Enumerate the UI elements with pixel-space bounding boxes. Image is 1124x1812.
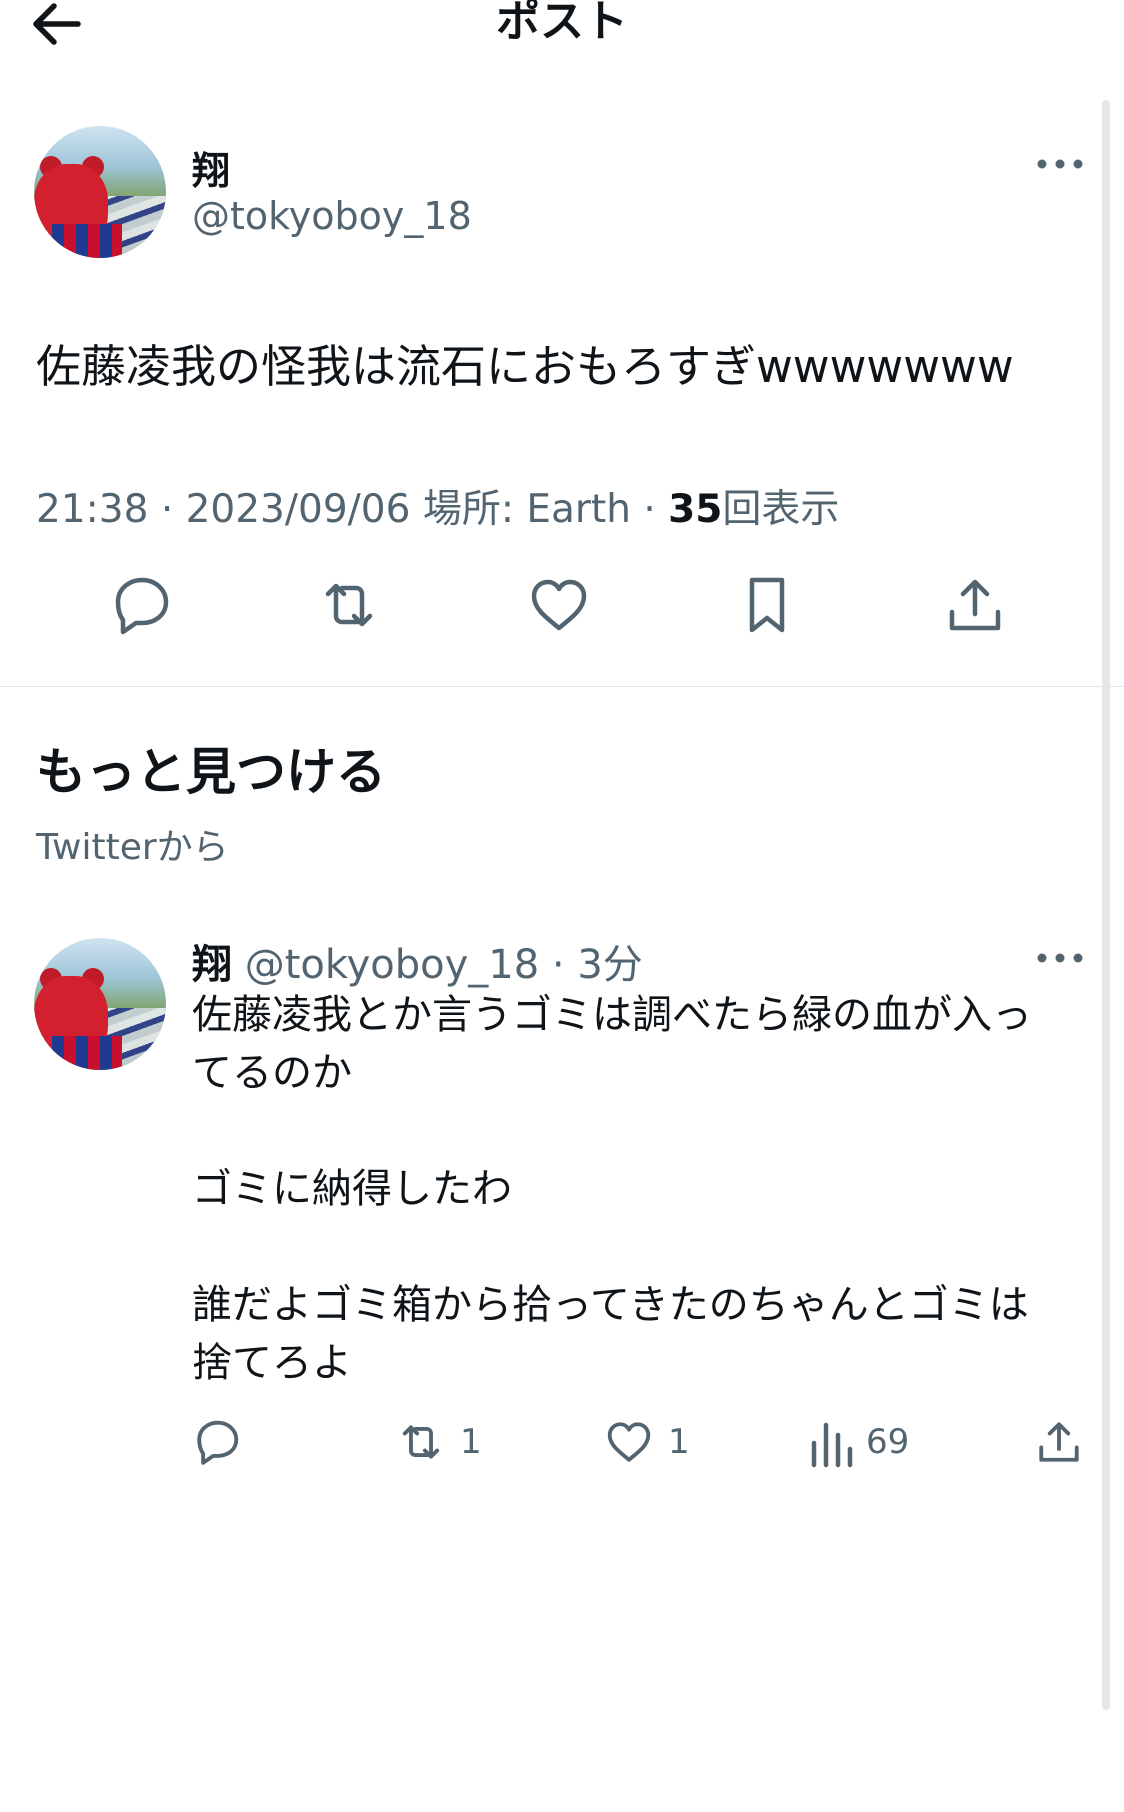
reply-text: 佐藤凌我とか言うゴミは調べたら緑の血が入っ てるのか ゴミに納得したわ 誰だよゴ… [192, 986, 1082, 1392]
bar-chart-icon [811, 1422, 853, 1468]
views-count: 35 [668, 487, 723, 532]
reply-share-button[interactable] [1032, 1412, 1086, 1472]
reply-more-options-button[interactable] [1036, 948, 1084, 968]
reply-retweet-button[interactable]: 1 [394, 1412, 482, 1472]
section-subtitle: Twitterから [36, 827, 229, 868]
reply-line: ゴミに納得したわ [192, 1166, 512, 1212]
reply-line: てるのか [192, 1050, 352, 1096]
post-text: 佐藤凌我の怪我は流石におもろすぎwwwwwww [36, 340, 1014, 393]
views-label: 回表示 [722, 487, 840, 532]
page-title: ポスト [496, 0, 628, 47]
share-button[interactable] [940, 570, 1010, 640]
reply-button[interactable] [106, 570, 176, 640]
retweet-button[interactable] [314, 570, 384, 640]
reply-line: 誰だよゴミ箱から拾ってきたのちゃんとゴミは [192, 1282, 1029, 1328]
share-icon [1039, 1422, 1079, 1462]
reply-header: 翔 @tokyoboy_18 · 3分 [192, 942, 643, 988]
reply-like-button[interactable]: 1 [602, 1412, 690, 1472]
reply-avatar[interactable] [34, 938, 166, 1070]
divider [0, 686, 1124, 687]
reply-author-handle[interactable]: @tokyoboy_18 [245, 942, 539, 988]
author-handle[interactable]: @tokyoboy_18 [192, 194, 472, 238]
like-count: 1 [668, 1422, 690, 1462]
post-time: 21:38 [36, 487, 149, 532]
heart-icon [531, 579, 587, 631]
post-date: 2023/09/06 [185, 487, 411, 532]
chat-bubble-icon [115, 577, 169, 635]
reply-line: 捨てろよ [192, 1340, 352, 1386]
chat-bubble-icon [197, 1420, 239, 1465]
section-title: もっと見つける [36, 743, 386, 801]
avatar[interactable] [34, 126, 166, 258]
reply-author-name[interactable]: 翔 [192, 942, 232, 988]
retweet-icon [402, 1425, 440, 1459]
more-horizontal-icon [1037, 159, 1083, 169]
retweet-count: 1 [460, 1422, 482, 1462]
more-horizontal-icon [1037, 953, 1083, 963]
heart-icon [607, 1422, 651, 1462]
scrollbar[interactable] [1102, 100, 1110, 1710]
retweet-icon [325, 583, 373, 627]
post-meta: 21:38 · 2023/09/06 場所: Earth · 35回表示 [36, 487, 840, 532]
more-options-button[interactable] [1036, 154, 1084, 174]
bookmark-button[interactable] [732, 570, 802, 640]
author-name[interactable]: 翔 [192, 140, 230, 195]
reply-line: 佐藤凌我とか言うゴミは調べたら緑の血が入っ [192, 992, 1032, 1038]
views-count: 69 [866, 1422, 910, 1462]
like-button[interactable] [524, 570, 594, 640]
share-icon [949, 579, 1001, 631]
bookmark-icon [749, 577, 785, 633]
post-location[interactable]: 場所: Earth [423, 487, 631, 532]
reply-reply-button[interactable] [190, 1412, 244, 1472]
reply-views-button[interactable]: 69 [808, 1412, 909, 1472]
reply-time[interactable]: 3分 [577, 942, 642, 988]
